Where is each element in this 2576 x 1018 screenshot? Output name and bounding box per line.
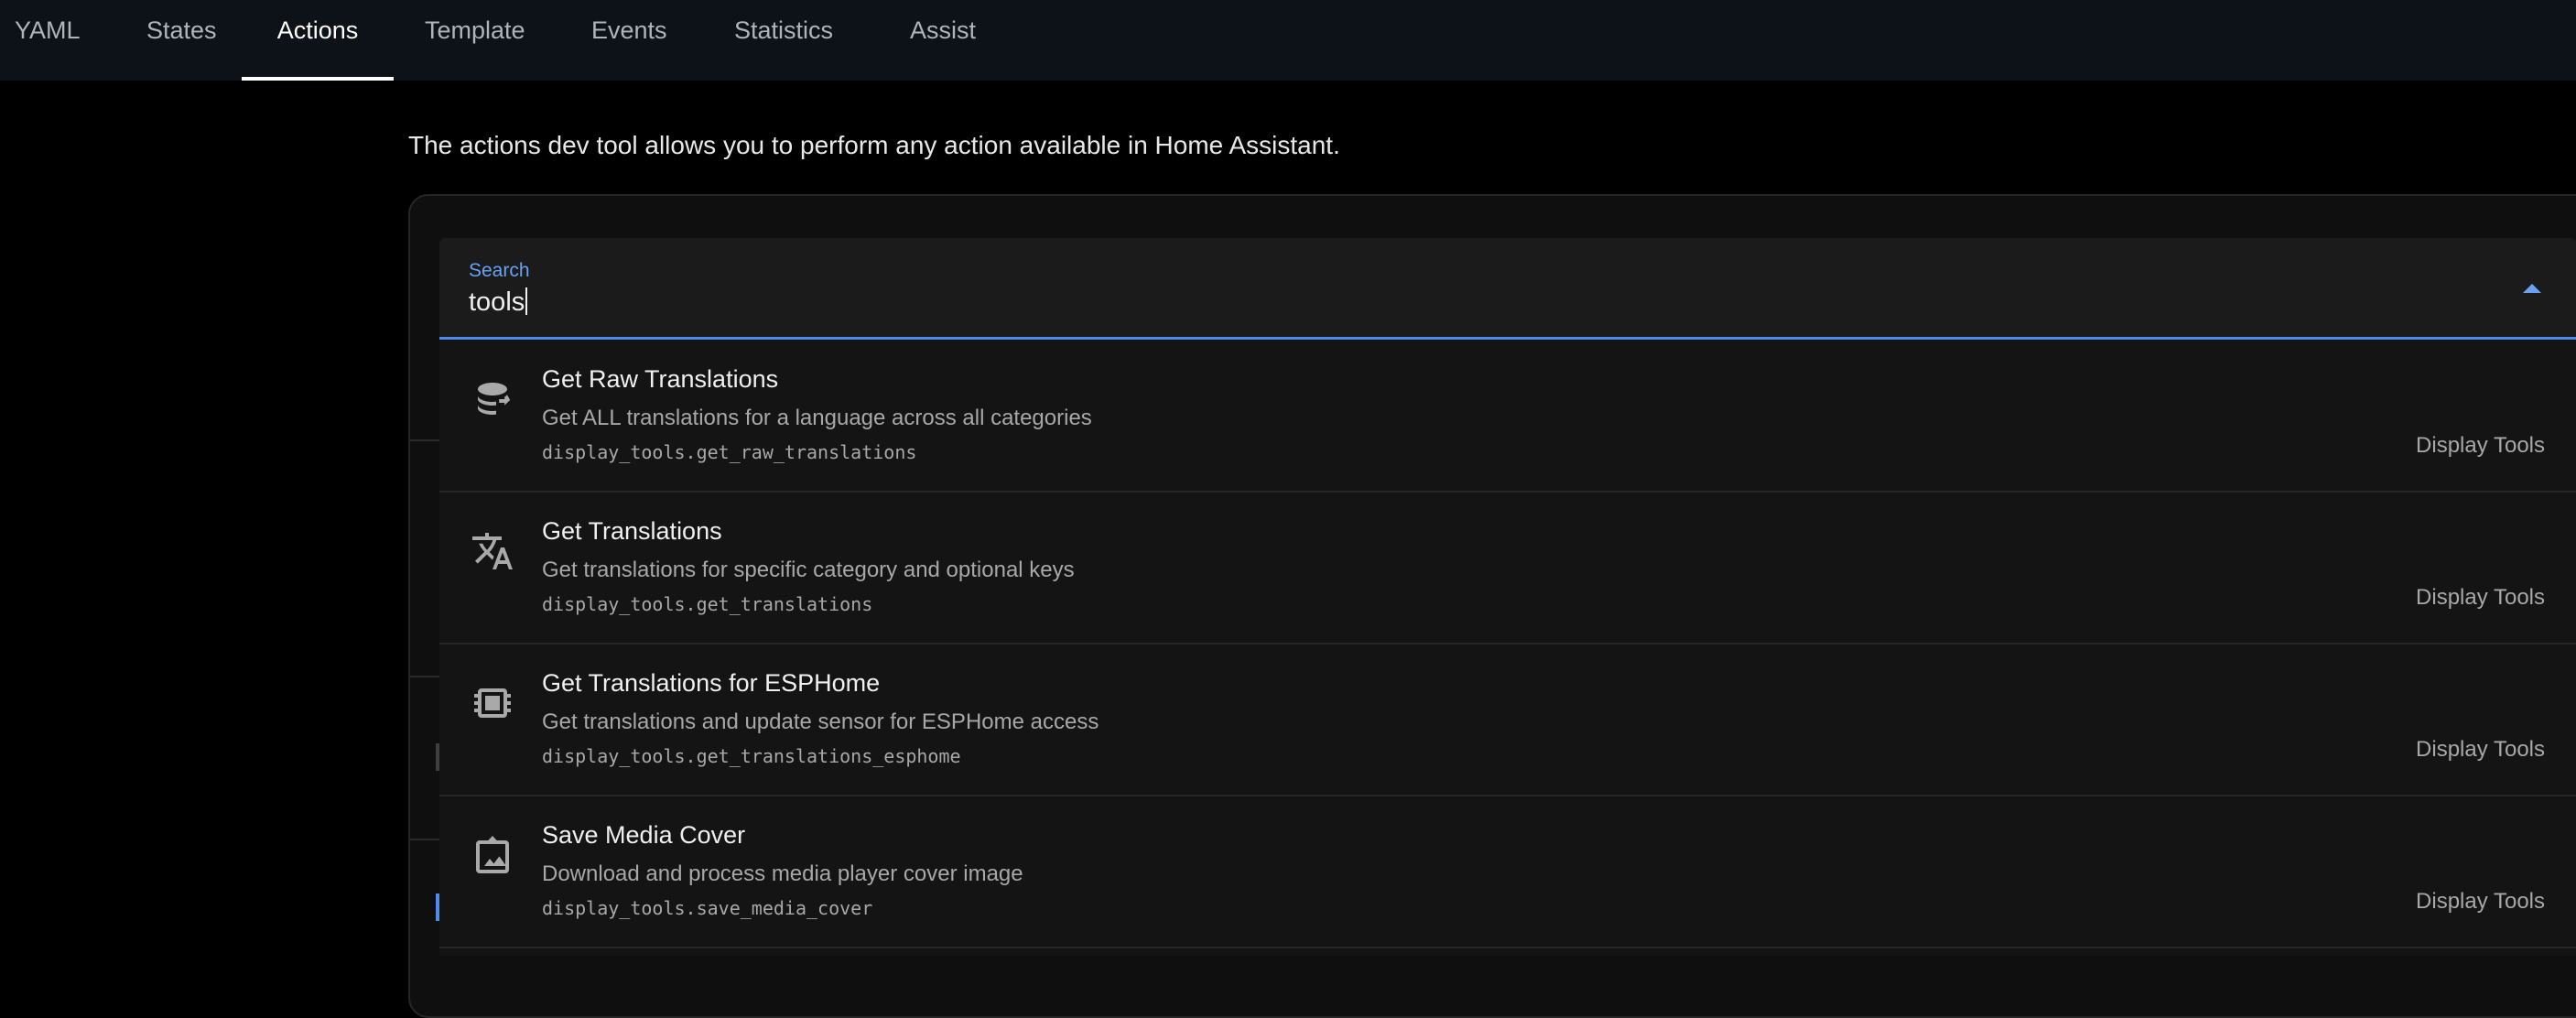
- item-action-id: display_tools.save_media_cover: [542, 897, 873, 919]
- list-item[interactable]: Get Translations Get translations for sp…: [439, 493, 2576, 644]
- item-description: Download and process media player cover …: [542, 861, 1023, 886]
- item-title: Get Translations: [542, 517, 722, 545]
- tab-template[interactable]: Template: [425, 0, 535, 81]
- list-item[interactable]: Get Raw Translations Get ALL translation…: [439, 341, 2576, 493]
- tab-list: YAML States Actions Template Events Stat…: [0, 0, 2576, 81]
- item-title: Save Media Cover: [542, 821, 746, 849]
- results-list: Get Raw Translations Get ALL translation…: [439, 341, 2576, 956]
- tab-events[interactable]: Events: [591, 0, 674, 81]
- item-description: Get translations for specific category a…: [542, 558, 1075, 582]
- item-domain: Display Tools: [2416, 433, 2545, 458]
- item-domain: Display Tools: [2416, 585, 2545, 610]
- tab-assist[interactable]: Assist: [910, 0, 992, 81]
- chip-icon: [471, 681, 514, 725]
- item-description: Get translations and update sensor for E…: [542, 709, 1099, 734]
- tab-actions[interactable]: Actions: [242, 0, 394, 81]
- image-frame-icon: [471, 833, 514, 877]
- item-title: Get Translations for ESPHome: [542, 669, 881, 697]
- search-input[interactable]: tools: [469, 287, 528, 318]
- item-domain: Display Tools: [2416, 737, 2545, 762]
- list-item[interactable]: Get Translations for ESPHome Get transla…: [439, 644, 2576, 796]
- translate-icon: [471, 529, 514, 573]
- item-action-id: display_tools.get_raw_translations: [542, 441, 917, 463]
- item-description: Get ALL translations for a language acro…: [542, 406, 1092, 430]
- intro-description: The actions dev tool allows you to perfo…: [408, 131, 1340, 159]
- top-tab-bar: YAML States Actions Template Events Stat…: [0, 0, 2576, 81]
- item-title: Get Raw Translations: [542, 365, 779, 393]
- item-action-id: display_tools.get_translations: [542, 593, 873, 615]
- item-action-id: display_tools.get_translations_esphome: [542, 745, 961, 767]
- search-field[interactable]: Search tools: [439, 238, 2576, 340]
- database-arrow-right-icon: [471, 377, 514, 421]
- tab-states[interactable]: States: [146, 0, 242, 81]
- chevron-up-icon[interactable]: [2523, 284, 2541, 293]
- tab-statistics[interactable]: Statistics: [734, 0, 846, 81]
- search-label: Search: [469, 260, 530, 281]
- item-domain: Display Tools: [2416, 889, 2545, 914]
- tab-yaml[interactable]: YAML: [15, 0, 82, 81]
- list-item[interactable]: Save Media Cover Download and process me…: [439, 796, 2576, 948]
